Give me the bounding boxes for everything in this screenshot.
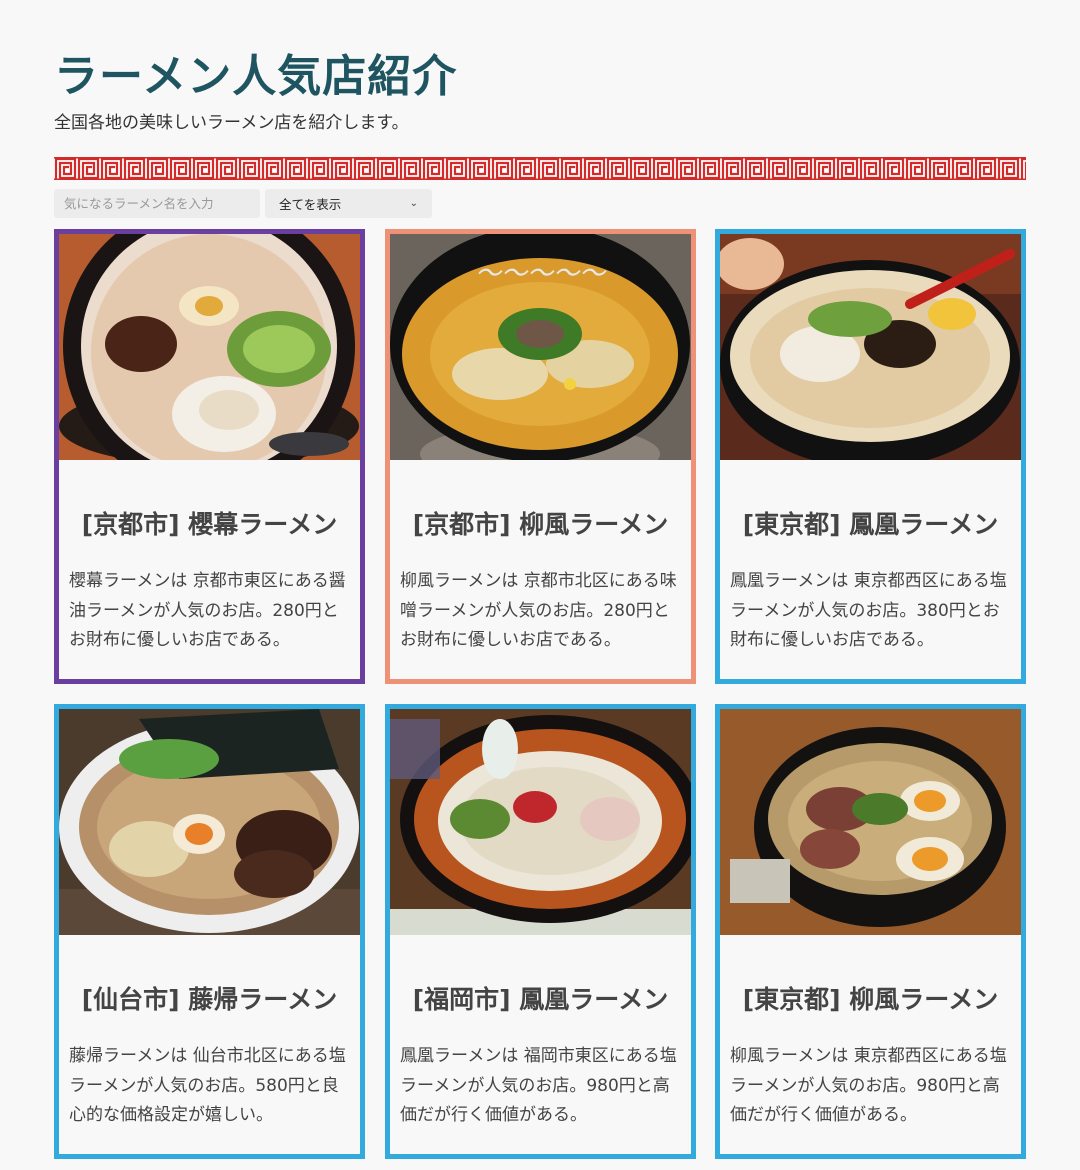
card-title[interactable]: [仙台市] 藤帰ラーメン — [59, 980, 360, 1016]
ramen-card[interactable]: 〜〜〜〜〜 [京都市] 柳風ラーメン 柳風ラーメンは 京都市北区にある味噌ラーメ… — [385, 229, 696, 684]
card-title[interactable]: [東京都] 鳳凰ラーメン — [720, 505, 1021, 541]
filter-selected-value: 全てを表示 — [279, 197, 342, 212]
page-title: ラーメン人気店紹介 — [54, 51, 458, 102]
ramen-card[interactable]: [福岡市] 鳳凰ラーメン 鳳凰ラーメンは 福岡市東区にある塩ラーメンが人気のお店… — [385, 704, 696, 1159]
ramen-bowl-photo — [720, 234, 1021, 460]
page-subtitle: 全国各地の美味しいラーメン店を紹介します。 — [54, 113, 409, 133]
card-title[interactable]: [京都市] 柳風ラーメン — [390, 505, 691, 541]
page: ラーメン人気店紹介 全国各地の美味しいラーメン店を紹介します。 全てを表示 ⌄ — [0, 0, 1080, 1170]
card-description: 藤帰ラーメンは 仙台市北区にある塩ラーメンが人気のお店。580円と良心的な価格設… — [69, 1046, 346, 1125]
card-title[interactable]: [東京都] 柳風ラーメン — [720, 980, 1021, 1016]
ramen-card[interactable]: [仙台市] 藤帰ラーメン 藤帰ラーメンは 仙台市北区にある塩ラーメンが人気のお店… — [54, 704, 365, 1159]
card-description: 櫻幕ラーメンは 京都市東区にある醤油ラーメンが人気のお店。280円とお財布に優し… — [69, 571, 346, 650]
ramen-card[interactable]: [東京都] 鳳凰ラーメン 鳳凰ラーメンは 東京都西区にある塩ラーメンが人気のお店… — [715, 229, 1026, 684]
ramen-bowl-photo: 〜〜〜〜〜 — [390, 234, 691, 460]
ramen-search-input[interactable] — [54, 189, 260, 218]
card-title[interactable]: [福岡市] 鳳凰ラーメン — [390, 980, 691, 1016]
region-filter-select[interactable]: 全てを表示 ⌄ — [265, 189, 432, 218]
ramen-bowl-photo — [59, 234, 360, 460]
meander-pattern-divider — [54, 157, 1026, 180]
card-description: 鳳凰ラーメンは 福岡市東区にある塩ラーメンが人気のお店。980円と高価だが行く価… — [400, 1046, 677, 1125]
ramen-card[interactable]: [東京都] 柳風ラーメン 柳風ラーメンは 東京都西区にある塩ラーメンが人気のお店… — [715, 704, 1026, 1159]
ramen-bowl-photo — [59, 709, 360, 935]
ramen-bowl-photo — [720, 709, 1021, 935]
card-description: 柳風ラーメンは 京都市北区にある味噌ラーメンが人気のお店。280円とお財布に優し… — [400, 571, 677, 650]
chevron-down-icon: ⌄ — [409, 198, 418, 209]
ramen-card[interactable]: [京都市] 櫻幕ラーメン 櫻幕ラーメンは 京都市東区にある醤油ラーメンが人気のお… — [54, 229, 365, 684]
svg-text:〜〜〜〜〜: 〜〜〜〜〜 — [475, 259, 607, 289]
ramen-bowl-photo — [390, 709, 691, 935]
card-description: 鳳凰ラーメンは 東京都西区にある塩ラーメンが人気のお店。380円とお財布に優しい… — [730, 571, 1007, 650]
card-description: 柳風ラーメンは 東京都西区にある塩ラーメンが人気のお店。980円と高価だが行く価… — [730, 1046, 1007, 1125]
card-title[interactable]: [京都市] 櫻幕ラーメン — [59, 505, 360, 541]
